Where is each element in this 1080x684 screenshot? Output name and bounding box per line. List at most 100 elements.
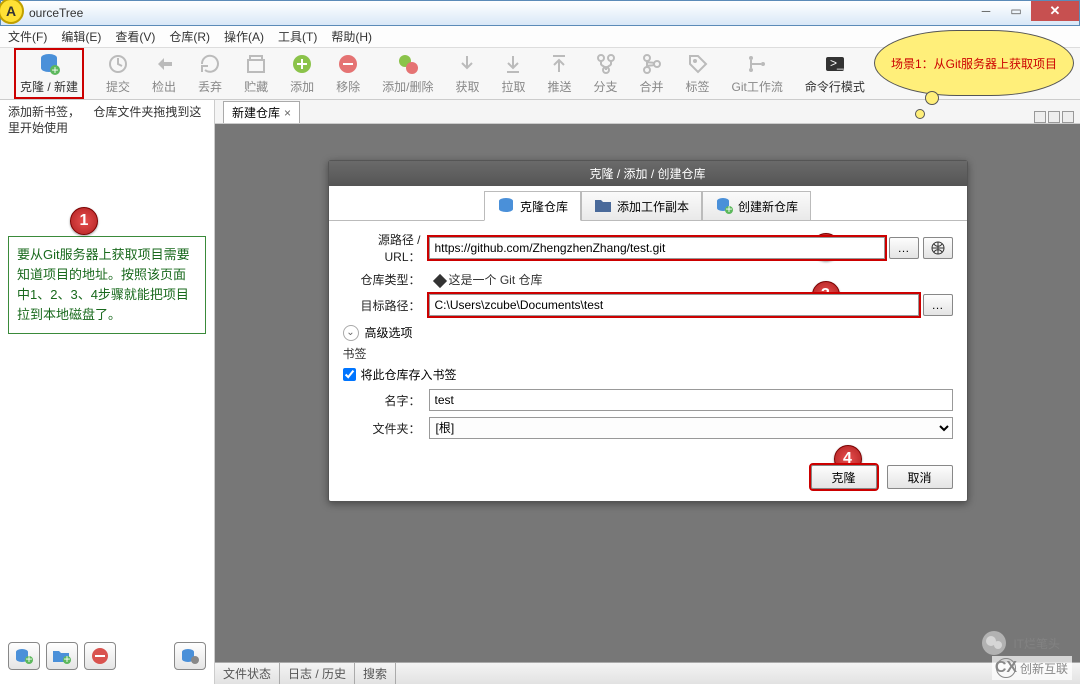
cx-icon: CX [996,658,1016,678]
menu-tools[interactable]: 工具(T) [278,28,317,45]
tool-label: 贮藏 [244,78,268,95]
main-area: 新建仓库 × http://blog.csdn.net/ 克隆 / 添加 / 创… [215,100,1080,684]
tool-commit[interactable]: 提交 [106,52,130,95]
discard-icon [198,52,222,76]
tab-label: 新建仓库 [232,104,280,121]
minimize-button[interactable]: ─ [971,1,1001,21]
tool-checkout[interactable]: 检出 [152,52,176,95]
menu-action[interactable]: 操作(A) [224,28,264,45]
menu-help[interactable]: 帮助(H) [331,28,372,45]
bookmark-add-folder-button[interactable]: + [46,642,78,670]
menu-edit[interactable]: 编辑(E) [61,28,101,45]
folder-plus-icon: + [52,648,72,664]
tool-gitflow[interactable]: Git工作流 [732,52,783,95]
branch-icon [594,52,618,76]
globe-button[interactable] [923,237,953,259]
folder-select[interactable]: [根] [429,417,953,439]
tool-label: 拉取 [501,78,525,95]
status-log-history[interactable]: 日志 / 历史 [280,663,355,684]
tool-remove[interactable]: 移除 [336,52,360,95]
titlebar: ourceTree ─ ▭ ✕ [0,0,1080,26]
tool-label: 标签 [686,78,710,95]
status-search[interactable]: 搜索 [355,663,396,684]
database-plus-icon: + [715,197,733,215]
dest-input[interactable] [429,294,919,316]
remove-icon [336,52,360,76]
tool-label: 添加/删除 [382,78,433,95]
cancel-button[interactable]: 取消 [887,465,953,489]
tool-label: 提交 [106,78,130,95]
tab-label: 添加工作副本 [617,198,689,215]
close-button[interactable]: ✕ [1031,1,1079,21]
bookmark-add-repo-button[interactable]: + [8,642,40,670]
tab-label: 创建新仓库 [738,198,798,215]
tool-label: 分支 [594,78,618,95]
tool-terminal[interactable]: >_命令行模式 [805,52,865,95]
repo-type-value: 这是一个 Git 仓库 [435,271,543,288]
tabstrip: 新建仓库 × [215,100,1080,124]
watermark-logo: CX 创新互联 [992,656,1072,680]
src-url-label: 源路径 / URL： [343,231,429,265]
menu-view[interactable]: 查看(V) [115,28,155,45]
dialog-tab-create[interactable]: + 创建新仓库 [702,191,811,221]
browse-dest-button[interactable]: … [923,294,953,316]
tool-label: 克隆 / 新建 [20,78,78,95]
sidebar-hint: 添加新书签， 仓库文件夹拖拽到这里开始使用 [8,104,206,136]
tool-stash[interactable]: 贮藏 [244,52,268,95]
chevron-down-icon[interactable]: ⌄ [343,325,359,341]
tool-merge[interactable]: 合并 [640,52,664,95]
folder-icon [594,197,612,215]
tool-tag[interactable]: 标签 [686,52,710,95]
tag-icon [686,52,710,76]
repo-type-label: 仓库类型： [343,271,429,288]
bookmark-checkbox-label: 将此仓库存入书签 [361,366,457,383]
pane-layout-buttons[interactable] [1034,111,1080,123]
tool-add[interactable]: 添加 [290,52,314,95]
src-url-input[interactable] [429,237,885,259]
globe-icon [931,241,945,255]
clone-button[interactable]: 克隆 [811,465,877,489]
fetch-icon [455,52,479,76]
status-file-state[interactable]: 文件状态 [215,663,280,684]
dialog-tab-add[interactable]: 添加工作副本 [581,191,702,221]
tool-label: Git工作流 [732,78,783,95]
menu-repo[interactable]: 仓库(R) [169,28,210,45]
browse-src-button[interactable]: … [889,237,919,259]
push-icon [547,52,571,76]
tab-label: 克隆仓库 [520,198,568,215]
dialog-tab-clone[interactable]: 克隆仓库 [484,191,581,221]
tool-fetch[interactable]: 获取 [455,52,479,95]
commit-icon [106,52,130,76]
tool-label: 合并 [640,78,664,95]
statusbar: 文件状态 日志 / 历史 搜索 [215,662,1080,684]
bookmark-settings-button[interactable] [174,642,206,670]
annotation-speech: 场景1：从Git服务器上获取项目 [874,30,1074,96]
sidebar: 添加新书签， 仓库文件夹拖拽到这里开始使用 1 要从Git服务器上获取项目需要知… [0,100,215,684]
dialog-title: 克隆 / 添加 / 创建仓库 [329,161,967,186]
svg-text:>_: >_ [830,56,844,70]
db-plus-icon: + [14,648,34,664]
diamond-icon [432,274,446,288]
tool-pull[interactable]: 拉取 [501,52,525,95]
tool-label: 推送 [547,78,571,95]
advanced-label[interactable]: 高级选项 [365,324,413,341]
menu-file[interactable]: 文件(F) [8,28,47,45]
tab-close-icon[interactable]: × [284,106,291,120]
wechat-icon [981,630,1007,656]
stash-icon [244,52,268,76]
svg-text:+: + [725,202,732,215]
name-input[interactable] [429,389,953,411]
tab-new-repo[interactable]: 新建仓库 × [223,101,300,123]
tool-clone-new[interactable]: + 克隆 / 新建 [14,48,84,99]
tool-branch[interactable]: 分支 [594,52,618,95]
tool-discard[interactable]: 丢弃 [198,52,222,95]
tool-push[interactable]: 推送 [547,52,571,95]
maximize-button[interactable]: ▭ [1001,1,1031,21]
add-remove-icon [396,52,420,76]
tool-add-remove[interactable]: 添加/删除 [382,52,433,95]
tool-label: 检出 [152,78,176,95]
checkout-icon [152,52,176,76]
pull-icon [501,52,525,76]
bookmark-remove-button[interactable] [84,642,116,670]
bookmark-checkbox[interactable] [343,368,356,381]
